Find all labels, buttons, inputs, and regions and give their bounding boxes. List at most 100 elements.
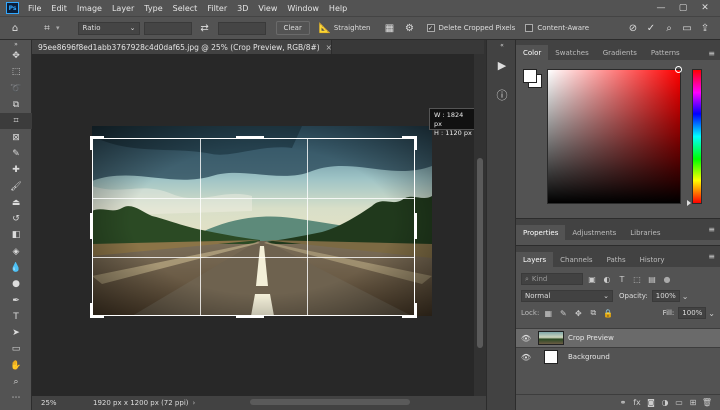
filter-kind-select[interactable]: ⌕ Kind bbox=[521, 273, 583, 285]
cancel-crop-icon[interactable]: ⊘ bbox=[624, 19, 642, 37]
panel-menu-icon[interactable]: ≡ bbox=[708, 225, 720, 234]
tab-patterns[interactable]: Patterns bbox=[644, 45, 687, 60]
crop-handle-bottom-right[interactable] bbox=[414, 303, 417, 318]
zoom-tool-icon[interactable]: ⌕ bbox=[0, 374, 32, 390]
crop-box[interactable] bbox=[92, 138, 415, 316]
chevron-down-icon[interactable]: ⌄ bbox=[682, 292, 689, 301]
adjustment-layer-icon[interactable]: ◑ bbox=[658, 398, 672, 407]
tab-paths[interactable]: Paths bbox=[600, 252, 633, 267]
delete-cropped-checkbox[interactable]: ✓ Delete Cropped Pixels bbox=[426, 24, 515, 32]
menu-image[interactable]: Image bbox=[72, 4, 107, 13]
link-layers-icon[interactable]: ⚭ bbox=[616, 398, 630, 407]
menu-layer[interactable]: Layer bbox=[107, 4, 139, 13]
width-field[interactable] bbox=[143, 21, 192, 35]
ratio-select[interactable]: Ratio ⌄ bbox=[77, 21, 140, 35]
eyedropper-tool-icon[interactable]: ✎ bbox=[0, 146, 32, 162]
search-icon[interactable]: ⌕ bbox=[660, 19, 678, 37]
pen-tool-icon[interactable]: ✒ bbox=[0, 292, 32, 308]
color-picker-marker[interactable] bbox=[675, 66, 682, 73]
rectangle-tool-icon[interactable]: ▭ bbox=[0, 341, 32, 357]
workspace-icon[interactable]: ▭ bbox=[678, 19, 696, 37]
tab-color[interactable]: Color bbox=[516, 45, 549, 60]
tab-swatches[interactable]: Swatches bbox=[548, 45, 595, 60]
blend-mode-select[interactable]: Normal ⌄ bbox=[521, 290, 613, 302]
crop-tool-icon[interactable]: ⌗ bbox=[0, 113, 32, 130]
preset-arrow-icon[interactable]: ▾ bbox=[56, 24, 60, 32]
crop-handle-top-right[interactable] bbox=[414, 136, 417, 150]
lock-all-icon[interactable]: 🔒 bbox=[602, 309, 614, 318]
filter-pixel-icon[interactable]: ▣ bbox=[586, 275, 598, 284]
clone-stamp-tool-icon[interactable]: ⏏ bbox=[0, 195, 32, 211]
collapse-toolbar-icon[interactable]: » bbox=[0, 40, 32, 48]
straighten-icon[interactable]: 📐 bbox=[316, 19, 334, 37]
healing-brush-tool-icon[interactable]: ✚ bbox=[0, 162, 32, 178]
filter-type-icon[interactable]: T bbox=[616, 275, 628, 284]
horizontal-scrollbar[interactable] bbox=[250, 399, 410, 405]
crop-handle-bottom[interactable] bbox=[236, 315, 264, 318]
menu-window[interactable]: Window bbox=[282, 4, 324, 13]
tab-libraries[interactable]: Libraries bbox=[623, 225, 667, 240]
filter-adjustment-icon[interactable]: ◐ bbox=[601, 275, 613, 284]
tab-adjustments[interactable]: Adjustments bbox=[565, 225, 623, 240]
lock-artboard-icon[interactable]: ⧉ bbox=[587, 308, 599, 318]
crop-handle-right[interactable] bbox=[414, 213, 417, 239]
frame-tool-icon[interactable]: ⊠ bbox=[0, 129, 32, 145]
filter-shape-icon[interactable]: ⬚ bbox=[631, 275, 643, 284]
straighten-label[interactable]: Straighten bbox=[334, 24, 371, 32]
menu-edit[interactable]: Edit bbox=[46, 4, 72, 13]
paint-bucket-tool-icon[interactable]: ◈ bbox=[0, 244, 32, 260]
new-layer-icon[interactable]: ⊞ bbox=[686, 398, 700, 407]
layer-style-icon[interactable]: fx bbox=[630, 398, 644, 407]
delete-layer-icon[interactable]: 🗑 bbox=[700, 398, 714, 407]
crop-handle-top[interactable] bbox=[236, 136, 264, 139]
menu-select[interactable]: Select bbox=[168, 4, 203, 13]
hue-slider[interactable] bbox=[692, 69, 702, 204]
marquee-tool-icon[interactable]: ⬚ bbox=[0, 64, 32, 80]
layer-mask-icon[interactable]: ◙ bbox=[644, 398, 658, 407]
filter-toggle-icon[interactable]: ● bbox=[661, 275, 673, 284]
filter-smart-object-icon[interactable]: ▤ bbox=[646, 275, 658, 284]
object-selection-tool-icon[interactable]: ⧉ bbox=[0, 97, 32, 113]
dodge-tool-icon[interactable]: ● bbox=[0, 276, 32, 292]
tab-properties[interactable]: Properties bbox=[516, 225, 566, 240]
opacity-field[interactable]: 100% bbox=[651, 290, 680, 302]
history-brush-tool-icon[interactable]: ↺ bbox=[0, 211, 32, 227]
menu-3d[interactable]: 3D bbox=[232, 4, 253, 13]
eraser-tool-icon[interactable]: ◧ bbox=[0, 227, 32, 243]
height-field[interactable] bbox=[217, 21, 266, 35]
move-tool-icon[interactable]: ✥ bbox=[0, 48, 32, 64]
swap-icon[interactable]: ⇄ bbox=[196, 19, 214, 37]
foreground-color-swatch[interactable] bbox=[523, 69, 537, 83]
overlay-grid-icon[interactable]: ▦ bbox=[381, 19, 399, 37]
tab-layers[interactable]: Layers bbox=[516, 252, 554, 267]
menu-filter[interactable]: Filter bbox=[202, 4, 232, 13]
zoom-level[interactable]: 25% bbox=[41, 399, 81, 407]
visibility-eye-icon[interactable]: 👁 bbox=[516, 334, 536, 343]
color-field[interactable] bbox=[547, 69, 681, 204]
vertical-scrollbar[interactable] bbox=[474, 54, 486, 396]
actions-play-icon[interactable]: ▶ bbox=[487, 50, 517, 80]
new-group-icon[interactable]: ▭ bbox=[672, 398, 686, 407]
commit-crop-icon[interactable]: ✓ bbox=[642, 19, 660, 37]
crop-handle-left[interactable] bbox=[90, 213, 93, 239]
visibility-eye-icon[interactable]: 👁 bbox=[516, 353, 536, 362]
more-tools-icon[interactable]: ⋯ bbox=[0, 390, 32, 406]
crop-handle-top-left[interactable] bbox=[90, 136, 93, 150]
tab-history[interactable]: History bbox=[633, 252, 672, 267]
close-button[interactable]: ✕ bbox=[694, 3, 716, 13]
fill-field[interactable]: 100% bbox=[678, 307, 707, 319]
status-arrow-icon[interactable]: › bbox=[193, 399, 196, 407]
menu-type[interactable]: Type bbox=[139, 4, 167, 13]
layer-row-crop-preview[interactable]: 👁 Crop Preview bbox=[516, 328, 720, 347]
panel-menu-icon[interactable]: ≡ bbox=[708, 49, 720, 58]
lock-pixels-icon[interactable]: ✎ bbox=[557, 309, 569, 318]
document-info[interactable]: 1920 px x 1200 px (72 ppi) bbox=[93, 399, 189, 407]
menu-file[interactable]: File bbox=[23, 4, 46, 13]
lasso-tool-icon[interactable]: ➰ bbox=[0, 81, 32, 97]
home-icon[interactable]: ⌂ bbox=[6, 19, 24, 37]
document-tab[interactable]: 95ee8696f8ed1abb3767928c4d0daf65.jpg @ 2… bbox=[32, 40, 332, 54]
menu-help[interactable]: Help bbox=[324, 4, 352, 13]
path-selection-tool-icon[interactable]: ➤ bbox=[0, 325, 32, 341]
chevron-down-icon[interactable]: ⌄ bbox=[708, 309, 715, 318]
clear-button[interactable]: Clear bbox=[275, 21, 310, 35]
